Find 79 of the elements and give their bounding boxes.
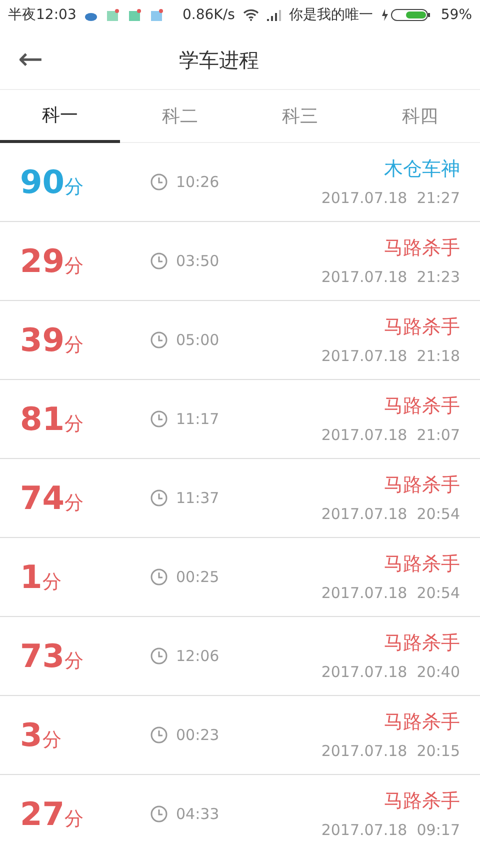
tab[interactable]: 科一 <box>0 90 120 143</box>
score: 29 <box>20 242 65 280</box>
record-row[interactable]: 39分 05:00 马路杀手 2017.07.18 21:18 <box>0 301 480 380</box>
score-unit: 分 <box>64 255 84 277</box>
record-datetime: 2017.07.18 20:54 <box>321 504 460 525</box>
record-row[interactable]: 27分 04:33 马路杀手 2017.07.18 09:17 <box>0 775 480 853</box>
duration: 05:00 <box>176 330 220 351</box>
score: 73 <box>20 637 65 675</box>
duration: 03:50 <box>176 250 220 272</box>
score: 3 <box>20 716 42 754</box>
duration: 11:17 <box>176 408 220 430</box>
rank-title: 马路杀手 <box>384 788 460 814</box>
record-row[interactable]: 29分 03:50 马路杀手 2017.07.18 21:23 <box>0 222 480 301</box>
score: 1 <box>20 558 42 596</box>
clock-icon <box>150 252 168 270</box>
duration: 00:25 <box>176 566 220 588</box>
record-datetime: 2017.07.18 21:18 <box>321 346 460 367</box>
duration: 12:06 <box>176 646 220 667</box>
record-row[interactable]: 90分 10:26 木仓车神 2017.07.18 21:27 <box>0 143 480 222</box>
rank-title: 木仓车神 <box>384 156 460 182</box>
score-unit: 分 <box>42 729 62 751</box>
score-unit: 分 <box>64 334 84 356</box>
score: 90 <box>20 163 65 201</box>
rank-title: 马路杀手 <box>384 472 460 498</box>
record-datetime: 2017.07.18 21:23 <box>321 267 460 288</box>
wifi-icon <box>242 9 259 21</box>
duration: 11:37 <box>176 488 220 509</box>
record-datetime: 2017.07.18 09:17 <box>321 820 460 841</box>
rank-title: 马路杀手 <box>384 394 460 418</box>
clock-icon <box>150 647 168 665</box>
page-title: 学车进程 <box>179 46 260 74</box>
score-unit: 分 <box>64 650 84 672</box>
notification-icon <box>106 8 120 22</box>
rank-title: 马路杀手 <box>384 552 460 576</box>
score-unit: 分 <box>64 413 84 435</box>
clock-icon <box>150 726 168 744</box>
score-unit: 分 <box>64 176 84 198</box>
score-unit: 分 <box>42 571 62 593</box>
score: 39 <box>20 321 65 359</box>
clock-icon <box>150 173 168 191</box>
clock-icon <box>150 568 168 586</box>
record-row[interactable]: 3分 00:23 马路杀手 2017.07.18 20:15 <box>0 696 480 775</box>
record-datetime: 2017.07.18 20:15 <box>321 741 460 762</box>
record-datetime: 2017.07.18 21:07 <box>321 425 460 446</box>
duration: 10:26 <box>176 172 220 193</box>
tab[interactable]: 科三 <box>240 90 360 143</box>
record-row[interactable]: 81分 11:17 马路杀手 2017.07.18 21:07 <box>0 380 480 459</box>
back-button[interactable]: ← <box>0 44 62 74</box>
network-speed: 0.86K/s <box>182 6 235 24</box>
tab[interactable]: 科四 <box>360 90 480 143</box>
record-row[interactable]: 1分 00:25 马路杀手 2017.07.18 20:54 <box>0 538 480 617</box>
record-row[interactable]: 74分 11:37 马路杀手 2017.07.18 20:54 <box>0 459 480 538</box>
rank-title: 马路杀手 <box>384 710 460 734</box>
battery-percent: 59% <box>440 6 472 24</box>
record-datetime: 2017.07.18 20:40 <box>321 662 460 683</box>
clock-icon <box>150 489 168 507</box>
rank-title: 马路杀手 <box>384 236 460 260</box>
score: 27 <box>20 795 65 833</box>
rank-title: 马路杀手 <box>384 314 460 340</box>
battery-icon <box>380 8 433 22</box>
record-datetime: 2017.07.18 21:27 <box>321 188 460 209</box>
notification-icon <box>150 8 164 22</box>
clock-icon <box>150 331 168 349</box>
record-row[interactable]: 73分 12:06 马路杀手 2017.07.18 20:40 <box>0 617 480 696</box>
duration: 00:23 <box>176 724 220 746</box>
score: 81 <box>20 400 65 438</box>
record-datetime: 2017.07.18 20:54 <box>321 583 460 604</box>
score: 74 <box>20 479 65 517</box>
score-unit: 分 <box>64 492 84 514</box>
clock-icon <box>150 410 168 428</box>
clock-icon <box>150 805 168 823</box>
signal-icon <box>266 10 281 20</box>
score-unit: 分 <box>64 808 84 830</box>
status-time: 半夜12:03 <box>8 6 76 24</box>
carrier-name: 你是我的唯一 <box>288 6 373 24</box>
duration: 04:33 <box>176 804 220 825</box>
rank-title: 马路杀手 <box>384 630 460 656</box>
notification-icon <box>128 8 142 22</box>
tab[interactable]: 科二 <box>120 90 240 143</box>
